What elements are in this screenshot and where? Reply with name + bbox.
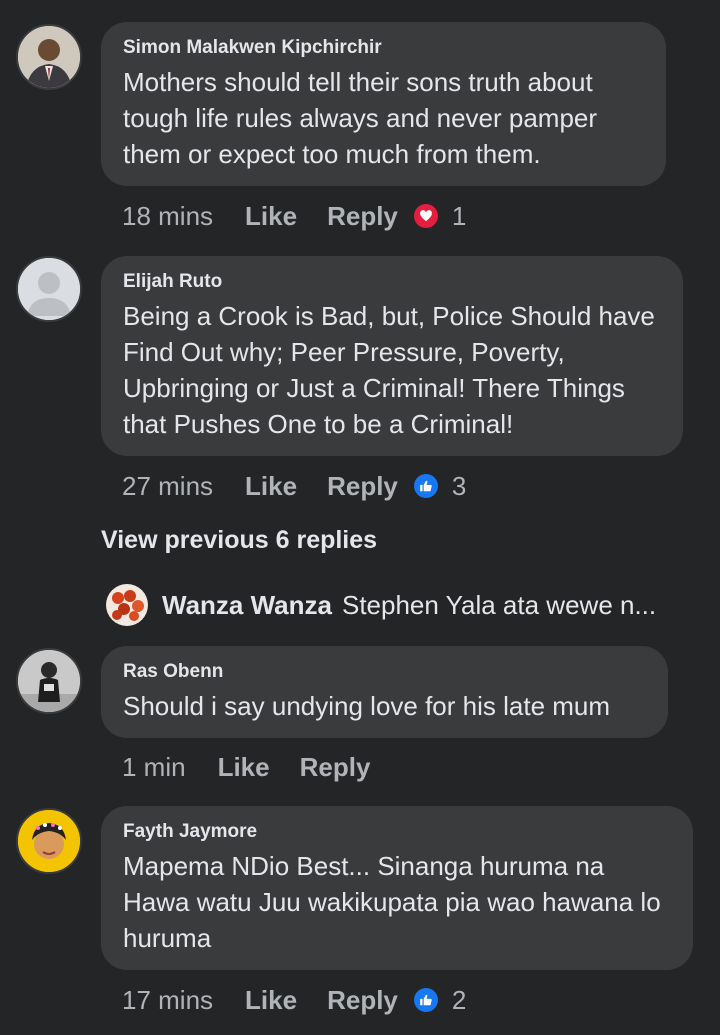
comment-actions: 1 min Like Reply	[122, 749, 400, 785]
like-button[interactable]: Like	[245, 985, 297, 1016]
comment-actions: 27 mins Like Reply 3	[122, 468, 466, 504]
comment-bubble: Fayth Jaymore Mapema NDio Best... Sinang…	[101, 806, 693, 970]
thumbs-up-icon[interactable]	[413, 988, 438, 1012]
reply-button[interactable]: Reply	[300, 752, 371, 783]
like-button[interactable]: Like	[218, 752, 270, 783]
heart-icon[interactable]	[413, 204, 438, 228]
timestamp[interactable]: 18 mins	[122, 201, 213, 232]
avatar[interactable]	[16, 24, 82, 90]
avatar[interactable]	[16, 648, 82, 714]
comment-text: Mapema NDio Best... Sinanga huruma na Ha…	[123, 851, 661, 953]
comment-text: Mothers should tell their sons truth abo…	[123, 67, 598, 169]
reaction-count: 1	[451, 200, 467, 231]
reaction-count: 3	[451, 470, 467, 501]
avatar[interactable]	[106, 584, 148, 626]
comment-bubble: Elijah Ruto Being a Crook is Bad, but, P…	[101, 256, 683, 456]
avatar[interactable]	[16, 256, 82, 322]
comment-actions: 18 mins Like Reply 1	[122, 198, 466, 234]
comment-actions: 17 mins Like Reply 2	[122, 982, 466, 1018]
timestamp[interactable]: 1 min	[122, 752, 186, 783]
comment-bubble: Simon Malakwen Kipchirchir Mothers shoul…	[101, 22, 666, 186]
thumbs-up-icon[interactable]	[413, 474, 438, 498]
reply-button[interactable]: Reply	[327, 985, 398, 1016]
timestamp[interactable]: 27 mins	[122, 471, 213, 502]
like-button[interactable]: Like	[245, 471, 297, 502]
author-name[interactable]: Elijah Ruto	[123, 270, 661, 294]
comment-text: Should i say undying love for his late m…	[123, 691, 611, 721]
reaction-count: 2	[451, 984, 467, 1015]
reply-author[interactable]: Wanza Wanza	[162, 590, 332, 621]
avatar[interactable]	[16, 808, 82, 874]
like-button[interactable]: Like	[245, 201, 297, 232]
author-name[interactable]: Simon Malakwen Kipchirchir	[123, 36, 644, 60]
timestamp[interactable]: 17 mins	[122, 985, 213, 1016]
reply-text: Stephen Yala ata wewe n...	[341, 589, 657, 620]
reply-button[interactable]: Reply	[327, 471, 398, 502]
author-name[interactable]: Fayth Jaymore	[123, 820, 671, 844]
comment-bubble: Ras Obenn Should i say undying love for …	[101, 646, 668, 738]
view-previous-replies-link[interactable]: View previous 6 replies	[101, 526, 377, 555]
reply-preview[interactable]: Wanza Wanza Stephen Yala ata wewe n...	[106, 584, 656, 626]
author-name[interactable]: Ras Obenn	[123, 660, 646, 684]
reply-button[interactable]: Reply	[327, 201, 398, 232]
comment-text: Being a Crook is Bad, but, Police Should…	[123, 301, 655, 439]
